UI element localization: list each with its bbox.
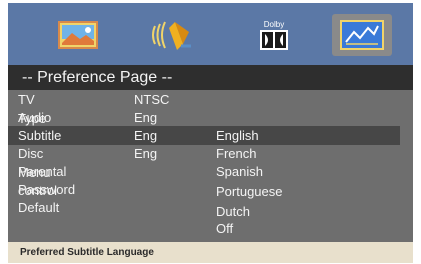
menu-item-value: Eng bbox=[134, 146, 158, 161]
menu-item-value: Eng bbox=[134, 128, 158, 143]
tab-preference[interactable] bbox=[332, 14, 392, 56]
option-dutch[interactable]: Dutch bbox=[216, 204, 250, 219]
tab-audio[interactable] bbox=[142, 14, 202, 56]
menu-item-label: Subtitle bbox=[18, 128, 62, 143]
menu-item-label: Audio bbox=[18, 110, 52, 125]
option-french[interactable]: French bbox=[216, 146, 256, 161]
dolby-icon bbox=[260, 29, 288, 50]
tab-dolby[interactable]: Dolby bbox=[244, 14, 304, 56]
setup-tab-bar: Dolby bbox=[8, 3, 413, 65]
menu-item-value: NTSC bbox=[134, 92, 170, 107]
dolby-label: Dolby bbox=[263, 19, 285, 29]
option-portuguese[interactable]: Portuguese bbox=[216, 184, 283, 199]
status-bar: Preferred Subtitle Language bbox=[8, 242, 413, 263]
landscape-picture-icon bbox=[58, 21, 98, 49]
speaker-audio-icon bbox=[152, 21, 191, 50]
dvd-setup-screen: Dolby -- Preference Page -- TV Type NTSC bbox=[0, 0, 421, 263]
option-english[interactable]: English bbox=[216, 128, 259, 143]
option-spanish[interactable]: Spanish bbox=[216, 164, 263, 179]
preference-chart-icon bbox=[340, 20, 384, 50]
option-off[interactable]: Off bbox=[216, 221, 233, 236]
selected-row-highlight bbox=[8, 126, 400, 145]
tab-picture[interactable] bbox=[48, 14, 108, 56]
menu-item-value: Eng bbox=[134, 110, 158, 125]
preference-menu-panel: TV Type NTSC Audio Eng Subtitle Eng Disc… bbox=[8, 90, 413, 242]
page-title: -- Preference Page -- bbox=[8, 65, 413, 90]
menu-item-label: Password bbox=[18, 182, 76, 197]
menu-item-label: Default bbox=[18, 200, 60, 215]
